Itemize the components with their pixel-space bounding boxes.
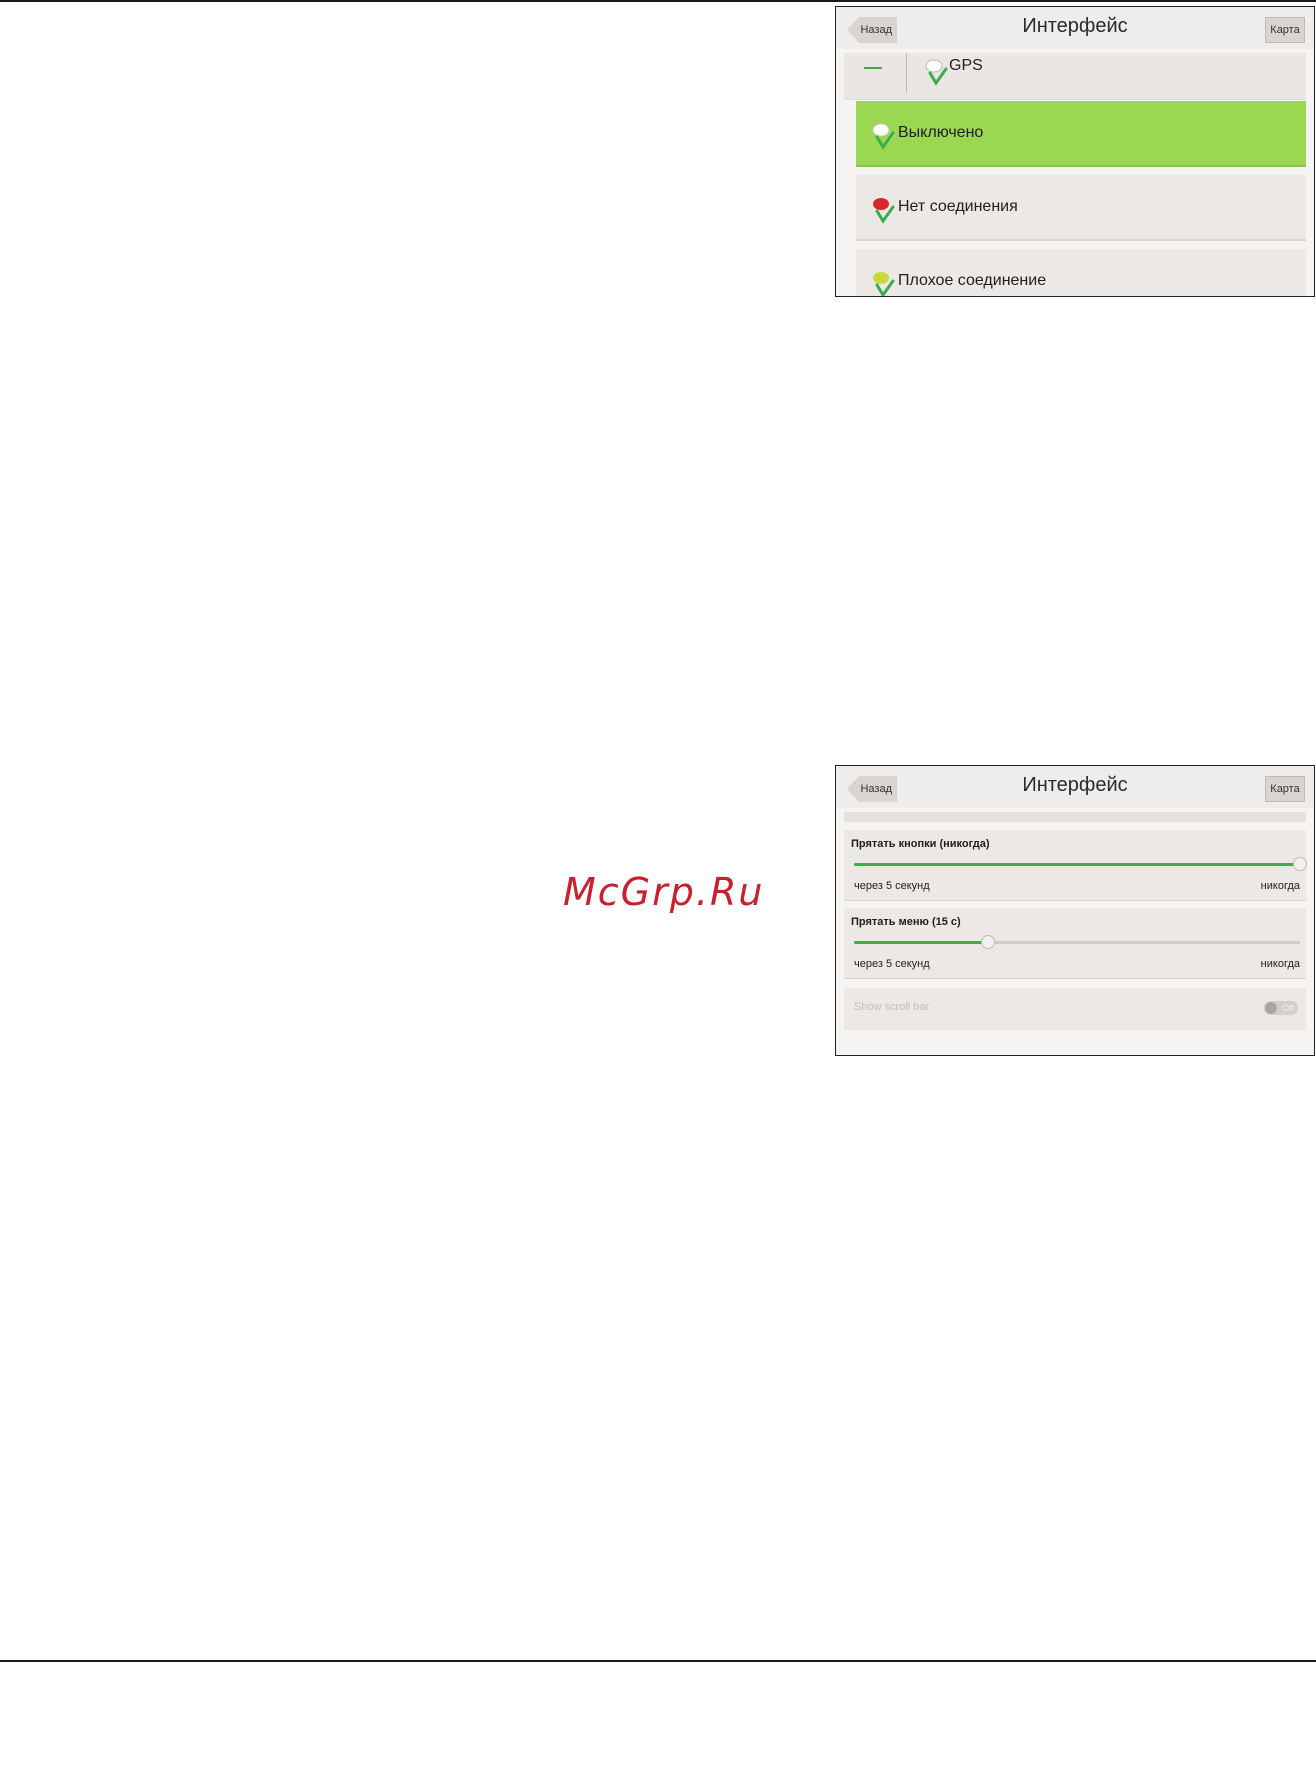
setting-title: Прятать кнопки (никогда) [851, 838, 990, 850]
option-no-connection[interactable]: Нет соединения [856, 175, 1306, 241]
slider-max-label: никогда [1260, 958, 1300, 970]
top-rule [0, 0, 1316, 2]
interface-sliders-screenshot: Назад Интерфейс Карта Прятать кнопки (ни… [835, 765, 1315, 1056]
gps-no-connection-icon [871, 195, 895, 230]
slider-thumb[interactable] [980, 935, 995, 949]
slider-min-label: через 5 секунд [854, 880, 930, 892]
option-off[interactable]: Выключено [856, 101, 1306, 167]
page-title: Интерфейс [1022, 15, 1128, 37]
option-label: Выключено [898, 124, 984, 141]
slider-thumb[interactable] [1293, 857, 1307, 871]
slider-fill [854, 863, 1300, 866]
slider-max-label: никогда [1260, 880, 1300, 892]
gps-pin-icon [924, 57, 948, 92]
slider-min-label: через 5 секунд [854, 958, 930, 970]
option-poor-connection[interactable]: Плохое соединение [856, 249, 1306, 296]
setting-title: Прятать меню (15 с) [851, 916, 961, 928]
toggle-knob [1265, 1002, 1277, 1014]
bottom-rule [0, 1660, 1316, 1662]
dash-indicator [864, 67, 882, 69]
divider [906, 53, 907, 93]
option-label: Нет соединения [898, 198, 1018, 215]
gps-poor-connection-icon [871, 269, 895, 296]
hide-buttons-slider[interactable] [854, 857, 1307, 871]
hide-menu-slider[interactable] [854, 935, 1300, 949]
map-button[interactable]: Карта [1265, 17, 1305, 43]
gps-off-icon [871, 121, 895, 156]
toggle-state: Off [1282, 1003, 1294, 1013]
gps-label: GPS [949, 57, 983, 74]
hide-menu-setting: Прятать меню (15 с) через 5 секунд никог… [844, 908, 1306, 979]
gps-header-row: GPS [844, 53, 1306, 100]
scrolled-item-strip [844, 812, 1306, 822]
setting-label: Show scroll bar [854, 1001, 930, 1013]
hide-buttons-setting: Прятать кнопки (никогда) через 5 секунд … [844, 830, 1307, 901]
gps-settings-screenshot: Назад Интерфейс Карта GPS Выключено Нет … [835, 6, 1315, 297]
top-bar: Назад Интерфейс Карта [836, 7, 1314, 49]
slider-fill [854, 941, 988, 944]
scroll-bar-setting: Show scroll bar Off [844, 988, 1306, 1030]
page-title: Интерфейс [1022, 774, 1128, 796]
top-bar: Назад Интерфейс Карта [836, 766, 1314, 808]
map-button[interactable]: Карта [1265, 776, 1305, 802]
option-label: Плохое соединение [898, 272, 1047, 289]
watermark: McGrp.Ru [563, 870, 765, 914]
scroll-bar-toggle[interactable]: Off [1264, 1001, 1298, 1015]
